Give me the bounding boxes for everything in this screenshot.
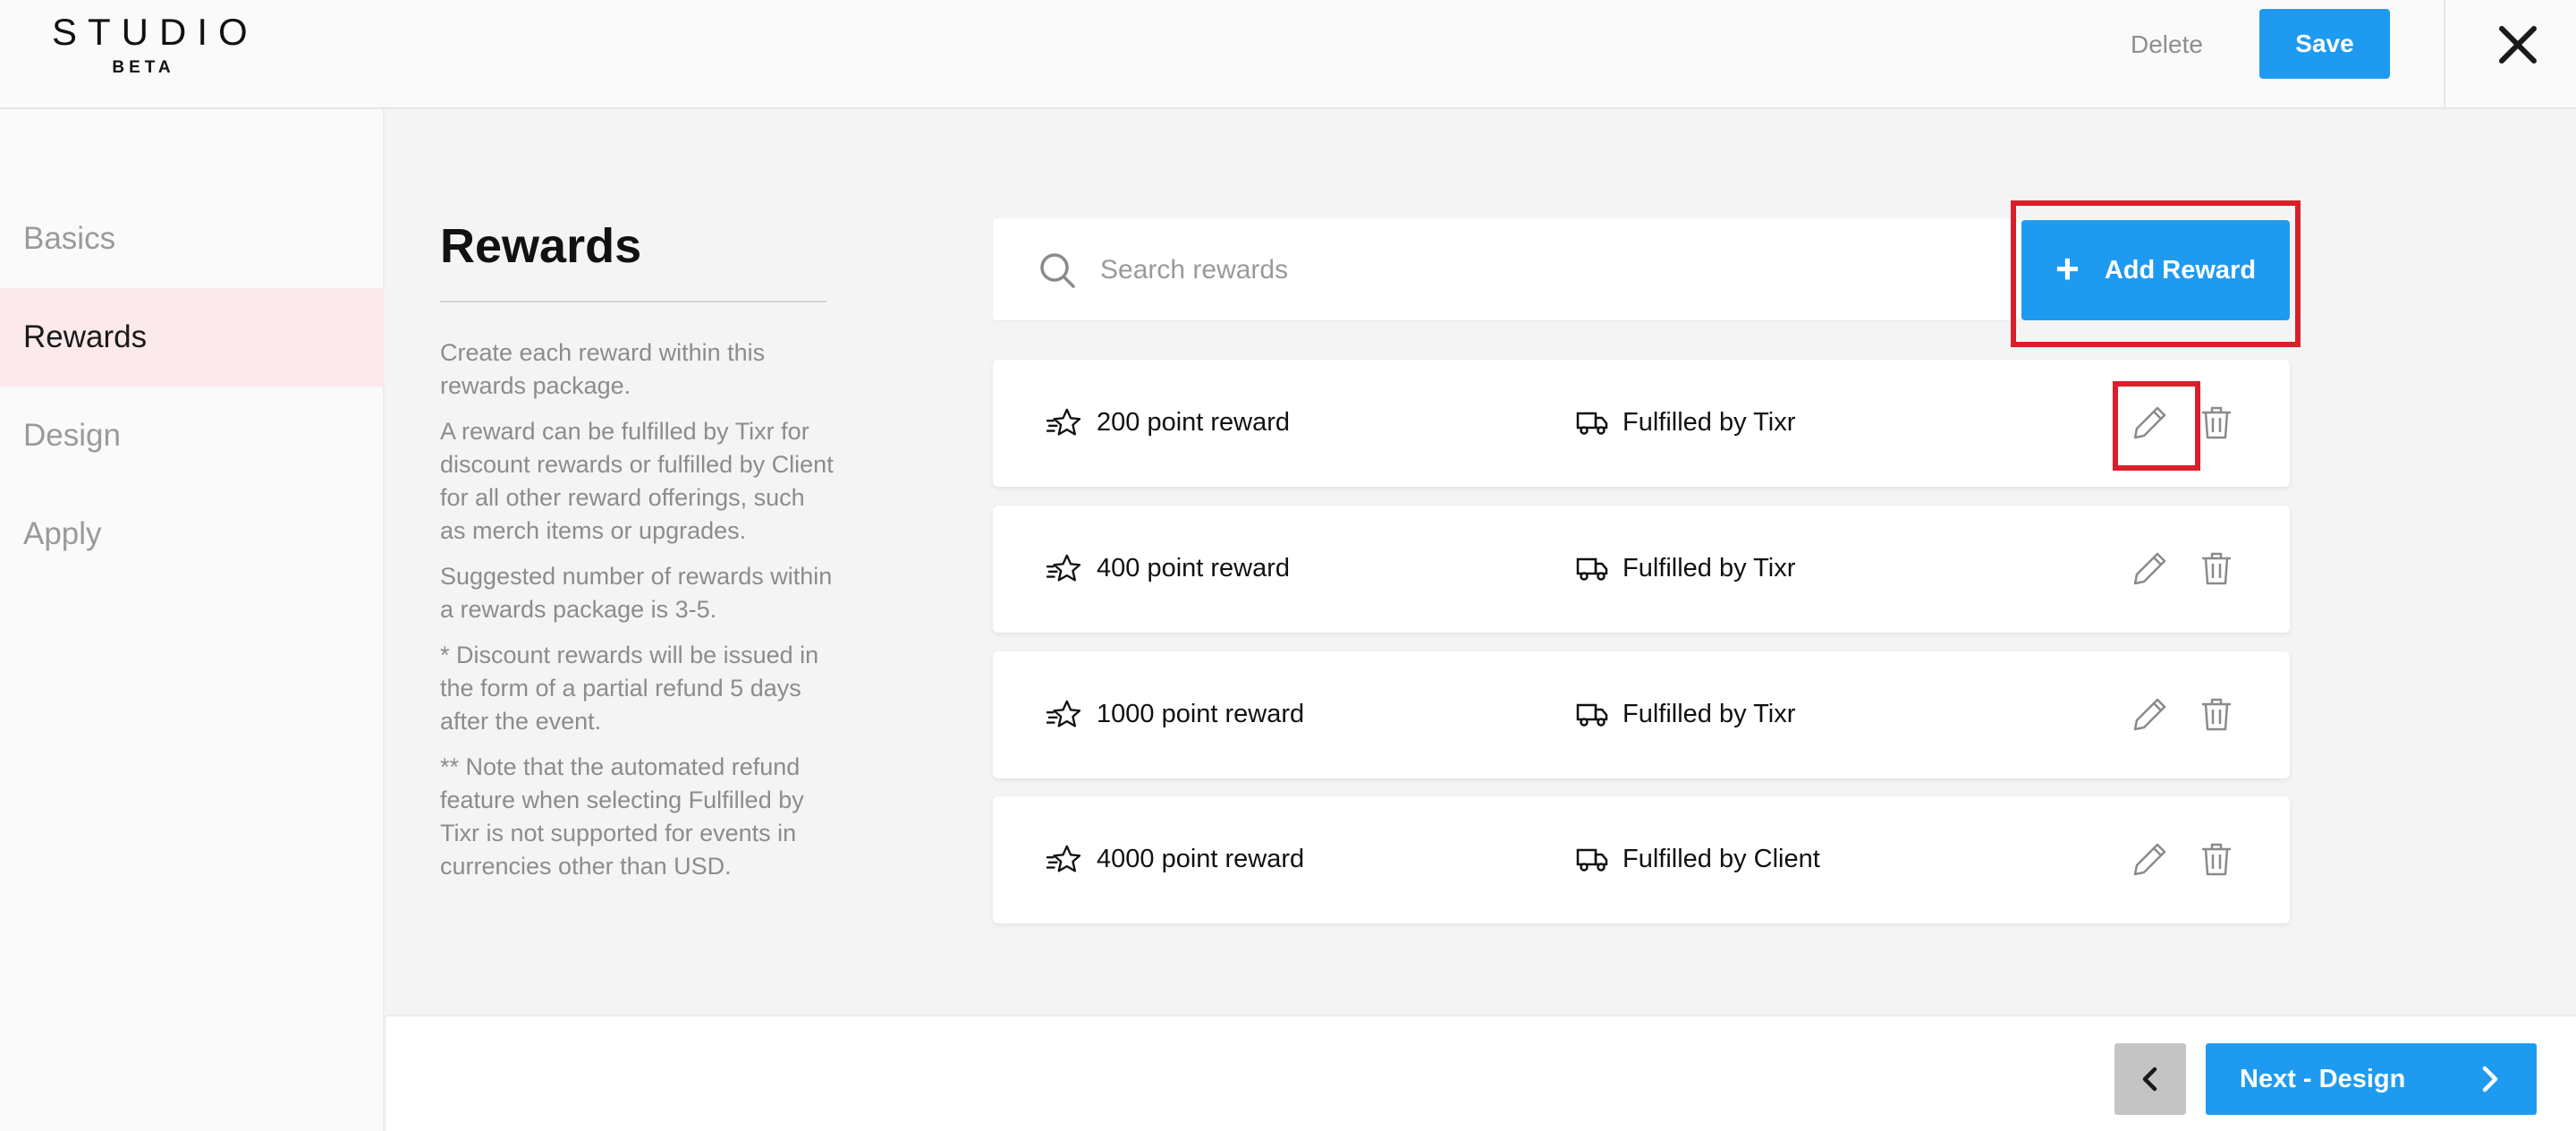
sidebar-item-basics[interactable]: Basics [0, 190, 385, 288]
logo-badge: BETA [112, 58, 175, 77]
info-paragraph: * Discount rewards will be issued in the… [440, 642, 819, 735]
fulfillment-label: Fulfilled by Tixr [1623, 700, 1796, 728]
truck-icon [1576, 557, 1608, 581]
info-paragraph: Create each reward within this rewards p… [440, 339, 766, 399]
fulfillment-label: Fulfilled by Tixr [1623, 408, 1796, 437]
pencil-icon [2133, 843, 2166, 876]
search-icon [1040, 253, 1075, 288]
sidebar-item-label: Rewards [23, 319, 148, 354]
delete-button[interactable]: Delete [2131, 30, 2203, 59]
pencil-icon [2133, 552, 2166, 585]
next-button-label: Next - Design [2240, 1065, 2406, 1093]
delete-reward-button[interactable] [2197, 548, 2236, 588]
search-input[interactable] [1100, 245, 1905, 295]
next-design-button[interactable]: Next - Design [2206, 1043, 2537, 1115]
add-reward-label: Add Reward [2104, 255, 2257, 285]
pencil-icon [2133, 698, 2166, 731]
sidebar-item-label: Apply [23, 516, 102, 551]
star-icon [1046, 408, 1080, 436]
rewards-info: Create each reward within this rewards p… [440, 336, 834, 896]
star-icon [1046, 700, 1080, 727]
reward-name: 4000 point reward [1097, 845, 1305, 873]
fulfillment-label: Fulfilled by Client [1623, 845, 1820, 873]
chevron-left-icon [2142, 1067, 2157, 1092]
star-icon [1046, 554, 1080, 582]
star-icon [1046, 845, 1080, 872]
delete-reward-button[interactable] [2197, 839, 2236, 879]
trash-icon [2202, 843, 2231, 876]
add-reward-button[interactable]: + Add Reward [2021, 220, 2290, 320]
info-paragraph: Suggested number of rewards within a rew… [440, 563, 833, 623]
sidebar: Basics Rewards Design Apply [0, 109, 385, 1131]
studio-logo: STUDIO BETA [41, 11, 258, 77]
edit-button-highlight [2113, 381, 2200, 471]
edit-button[interactable] [2131, 548, 2170, 588]
reward-row: 1000 point reward Fulfilled by Tixr [993, 651, 2290, 778]
reward-row: 400 point reward Fulfilled by Tixr [993, 506, 2290, 633]
reward-name: 200 point reward [1097, 408, 1291, 437]
info-paragraph: ** Note that the automated refund featur… [440, 753, 804, 880]
save-button[interactable]: Save [2259, 9, 2390, 79]
delete-reward-button[interactable] [2197, 694, 2236, 734]
trash-icon [2202, 698, 2231, 731]
reward-row: 4000 point reward Fulfilled by Client [993, 796, 2290, 923]
previous-button[interactable] [2114, 1043, 2186, 1115]
trash-icon [2202, 406, 2231, 439]
edit-button[interactable] [2131, 839, 2170, 879]
truck-icon [1576, 703, 1608, 727]
sidebar-item-apply[interactable]: Apply [0, 485, 385, 583]
header-divider [2444, 0, 2445, 109]
search-bar [993, 218, 2021, 320]
reward-name: 400 point reward [1097, 554, 1291, 583]
sidebar-item-rewards[interactable]: Rewards [0, 288, 385, 387]
page-title: Rewards [440, 219, 642, 273]
sidebar-item-label: Basics [23, 221, 116, 256]
truck-icon [1576, 412, 1608, 435]
reward-row: 200 point reward Fulfilled by Tixr [993, 360, 2290, 487]
sidebar-item-design[interactable]: Design [0, 387, 385, 485]
title-divider [440, 301, 826, 302]
top-header: STUDIO BETA Delete Save [0, 0, 2576, 109]
reward-name: 1000 point reward [1097, 700, 1305, 728]
sidebar-item-label: Design [23, 418, 121, 453]
close-button[interactable] [2488, 20, 2547, 70]
trash-icon [2202, 552, 2231, 585]
chevron-right-icon [2482, 1066, 2498, 1093]
edit-button[interactable] [2131, 694, 2170, 734]
info-paragraph: A reward can be fulfilled by Tixr for di… [440, 418, 834, 544]
logo-text: STUDIO [52, 11, 258, 53]
fulfillment-label: Fulfilled by Tixr [1623, 554, 1796, 583]
delete-reward-button[interactable] [2197, 403, 2236, 442]
truck-icon [1576, 848, 1608, 872]
plus-icon: + [2055, 245, 2080, 292]
close-icon [2499, 26, 2537, 64]
